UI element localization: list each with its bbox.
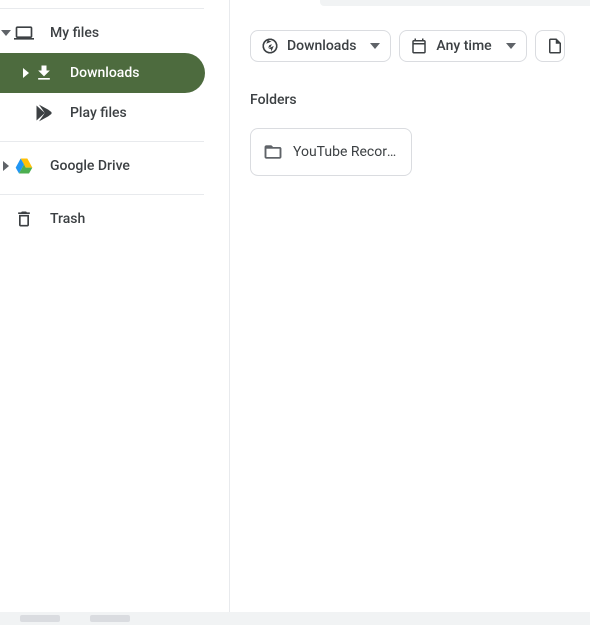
chevron-down-icon[interactable]	[0, 28, 12, 38]
sidebar-label: Trash	[50, 211, 85, 227]
folder-label: YouTube Record…	[293, 144, 399, 160]
filter-chip-type[interactable]	[535, 30, 565, 62]
folders-header: Folders	[230, 62, 590, 108]
calendar-icon	[410, 37, 428, 55]
chevron-down-icon	[506, 43, 516, 49]
chevron-right-icon[interactable]	[20, 68, 32, 78]
divider	[0, 194, 204, 195]
file-icon	[546, 37, 564, 55]
compass-icon	[261, 37, 279, 55]
trash-icon	[12, 207, 36, 231]
sidebar-item-trash[interactable]: Trash	[0, 199, 205, 239]
sidebar-label: My files	[50, 25, 99, 41]
laptop-icon	[12, 21, 36, 45]
sidebar: My files Downloads Play files	[0, 0, 230, 625]
download-icon	[32, 61, 56, 85]
filter-label: Downloads	[287, 38, 356, 54]
sidebar-item-google-drive[interactable]: Google Drive	[0, 146, 205, 186]
filter-chip-location[interactable]: Downloads	[250, 30, 391, 62]
filter-label: Any time	[436, 38, 491, 54]
sidebar-item-my-files[interactable]: My files	[0, 13, 205, 53]
sidebar-label: Play files	[70, 105, 127, 121]
main-content: Downloads Any time Folders YouT	[230, 0, 590, 625]
divider	[0, 8, 204, 9]
sidebar-label: Google Drive	[50, 158, 130, 174]
folder-grid: YouTube Record…	[230, 108, 590, 176]
chevron-right-icon[interactable]	[0, 161, 12, 171]
sidebar-label: Downloads	[70, 65, 139, 81]
chevron-down-icon	[370, 43, 380, 49]
filter-chip-time[interactable]: Any time	[399, 30, 526, 62]
folder-icon	[263, 142, 283, 162]
sidebar-item-play-files[interactable]: Play files	[0, 93, 205, 133]
play-store-icon	[32, 101, 56, 125]
shelf-item[interactable]	[90, 615, 130, 622]
shelf-item[interactable]	[20, 615, 60, 622]
shelf	[0, 612, 590, 625]
sidebar-item-downloads[interactable]: Downloads	[0, 53, 205, 93]
filter-row: Downloads Any time	[230, 8, 590, 62]
search-bar-fragment[interactable]	[320, 0, 590, 6]
folder-card[interactable]: YouTube Record…	[250, 128, 412, 176]
divider	[0, 141, 204, 142]
google-drive-icon	[12, 154, 36, 178]
